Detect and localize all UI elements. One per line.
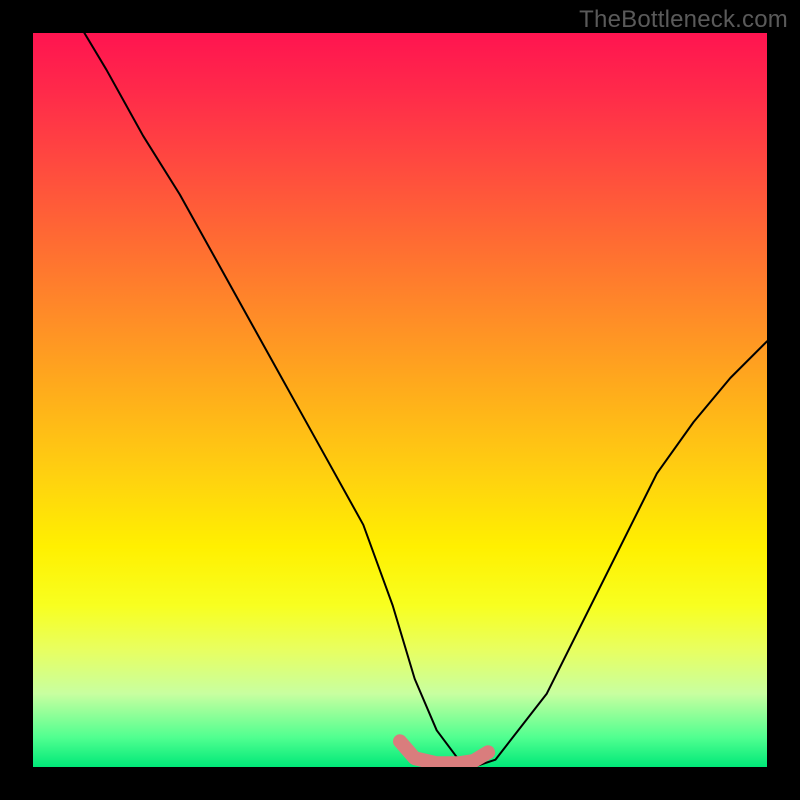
highlight-band: [400, 741, 488, 763]
bottleneck-curve: [84, 33, 767, 767]
watermark-text: TheBottleneck.com: [579, 6, 788, 34]
plot-area: [33, 33, 767, 767]
chart-svg: [33, 33, 767, 767]
chart-container: TheBottleneck.com: [0, 0, 800, 800]
